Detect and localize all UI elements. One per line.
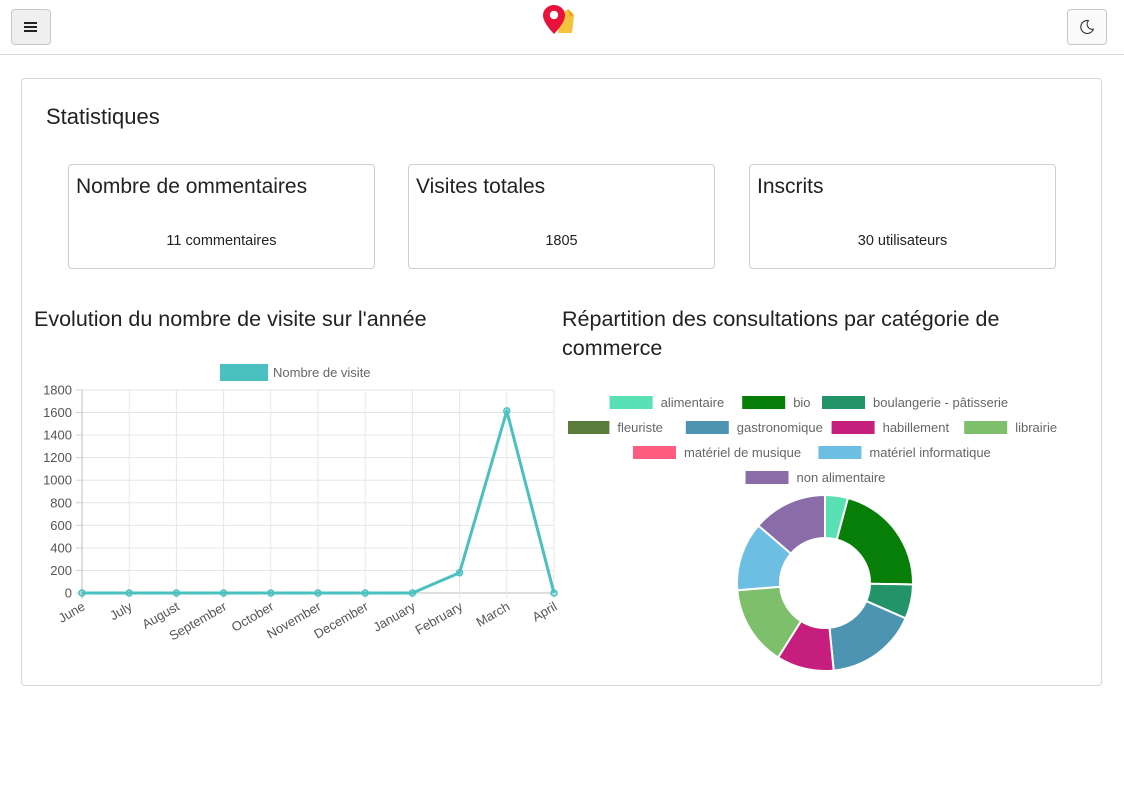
legend-swatch xyxy=(220,364,268,381)
donut-chart: alimentaire bio boulangerie - pâtisserie fl… xyxy=(568,395,1057,672)
navbar xyxy=(0,0,1124,55)
map-pin-logo-icon[interactable] xyxy=(540,3,576,37)
chart-legend: Nombre de visite xyxy=(220,364,371,381)
x-tick-label: June xyxy=(56,599,88,626)
legend-label: librairie xyxy=(1015,420,1057,435)
legend-label: habillement xyxy=(883,420,950,435)
line-chart-title: Evolution du nombre de visite sur l'anné… xyxy=(34,307,427,331)
theme-toggle-button[interactable] xyxy=(1067,9,1107,45)
legend-swatch xyxy=(745,471,789,484)
data-point xyxy=(172,589,181,597)
x-tick-label: April xyxy=(529,599,559,625)
stat-title: Nombre de ommentaires xyxy=(76,175,308,198)
page-title: Statistiques xyxy=(46,104,160,129)
legend-label: alimentaire xyxy=(661,395,725,410)
y-tick-label: 400 xyxy=(50,540,72,555)
stat-value: 11 commentaires xyxy=(166,233,277,249)
data-point xyxy=(267,589,275,597)
legend-label: Nombre de visite xyxy=(273,365,371,380)
legend-swatch xyxy=(685,421,729,434)
stat-card-users: Inscrits 30 utilisateurs xyxy=(749,164,1056,269)
x-tick-label: December xyxy=(311,598,371,640)
data-point xyxy=(219,589,228,597)
legend-swatch xyxy=(568,421,610,434)
x-tick-label: January xyxy=(370,598,418,634)
hamburger-icon xyxy=(24,22,37,32)
stat-value: 30 utilisateurs xyxy=(857,233,948,249)
data-point xyxy=(125,589,133,597)
y-tick-label: 600 xyxy=(50,518,72,533)
line-chart: Nombre de visite 0 200 400 600 800 1000 1200 140… xyxy=(43,364,560,640)
legend-swatch xyxy=(818,446,862,459)
donut-slice xyxy=(835,496,914,586)
y-tick-label: 1200 xyxy=(43,450,72,465)
data-point xyxy=(78,589,86,597)
stat-title: Visites totales xyxy=(416,175,546,198)
stat-value: 1805 xyxy=(545,233,578,249)
donut-chart-title: Répartition des consultations par catégo… xyxy=(562,307,1000,360)
chart-legend: alimentaire bio boulangerie - pâtisserie fl… xyxy=(568,395,1057,485)
y-tick-label: 200 xyxy=(50,563,72,578)
data-point xyxy=(361,589,369,597)
y-tick-label: 800 xyxy=(50,495,72,510)
stat-card-visits: Visites totales 1805 xyxy=(408,164,715,269)
moon-icon xyxy=(1080,19,1094,35)
legend-label: matériel de musique xyxy=(684,445,801,460)
data-point xyxy=(408,589,417,597)
y-tick-label: 1800 xyxy=(43,383,72,398)
stat-card-comments: Nombre de ommentaires 11 commentaires xyxy=(68,164,375,269)
data-point xyxy=(503,407,511,415)
data-point xyxy=(455,568,464,577)
legend-swatch xyxy=(609,396,653,409)
legend-label: non alimentaire xyxy=(797,470,886,485)
x-tick-label: February xyxy=(413,598,466,637)
legend-swatch xyxy=(633,446,676,459)
legend-swatch xyxy=(822,396,865,409)
data-point xyxy=(550,589,558,597)
y-tick-label: 1400 xyxy=(43,428,72,443)
legend-label: boulangerie - pâtisserie xyxy=(873,395,1008,410)
legend-label: gastronomique xyxy=(737,420,823,435)
legend-swatch xyxy=(831,421,875,434)
data-point xyxy=(314,589,322,597)
stat-title: Inscrits xyxy=(757,175,824,198)
legend-swatch xyxy=(964,421,1008,434)
y-tick-label: 1000 xyxy=(43,473,72,488)
legend-label: bio xyxy=(793,395,810,410)
legend-label: fleuriste xyxy=(617,420,663,435)
x-tick-label: July xyxy=(107,598,135,623)
legend-swatch xyxy=(742,396,786,409)
menu-button[interactable] xyxy=(11,9,51,45)
y-tick-label: 0 xyxy=(65,586,72,601)
y-tick-label: 1600 xyxy=(43,405,72,420)
x-tick-label: March xyxy=(474,599,513,630)
legend-label: matériel informatique xyxy=(869,445,990,460)
